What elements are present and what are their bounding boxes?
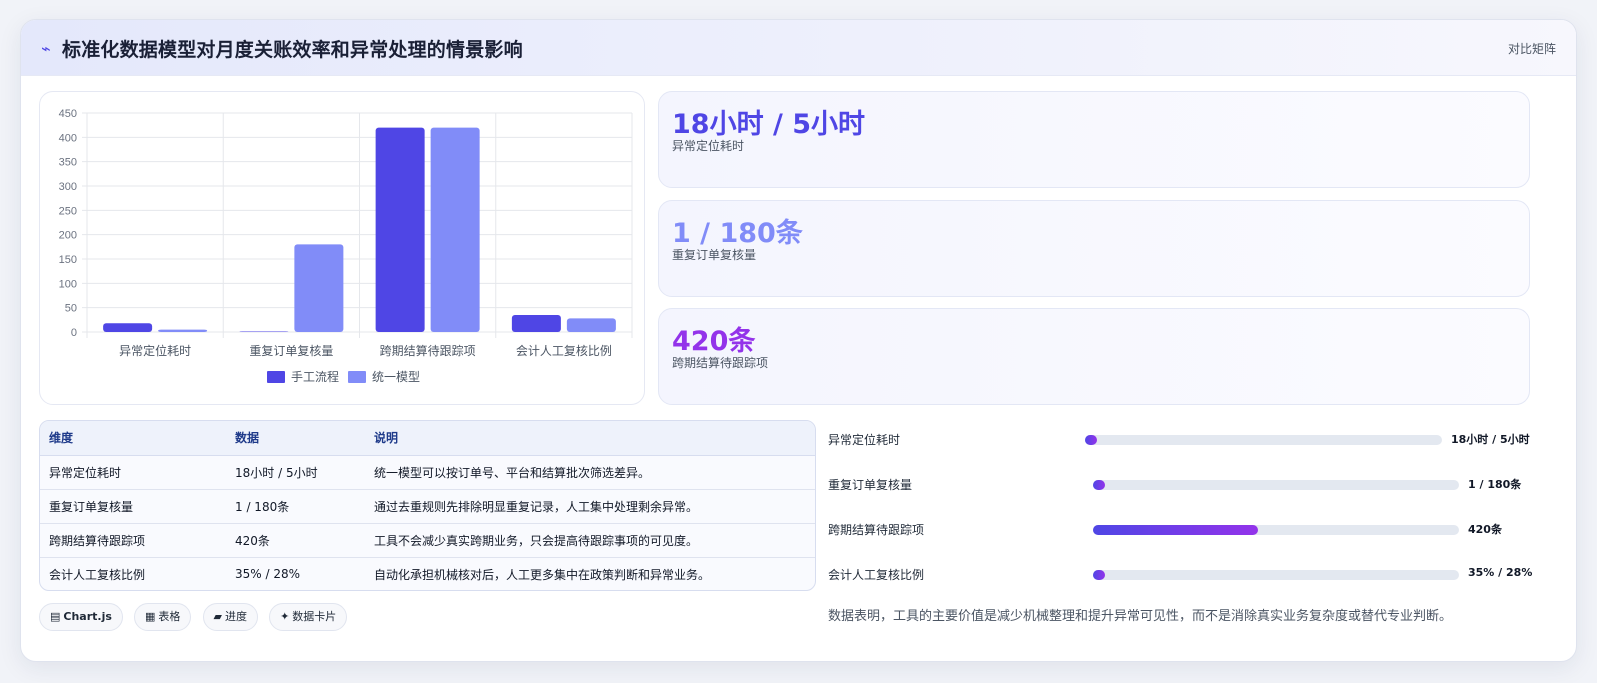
tab-compare-matrix[interactable]: 对比矩阵 <box>1508 40 1556 57</box>
chip-table[interactable]: ▦ 表格 <box>134 603 192 631</box>
stat-label: 异常定位耗时 <box>672 139 745 153</box>
stat-value: 18小时 / 5小时 <box>672 109 866 140</box>
tech-chip-group: ▤ Chart.js ▦ 表格 ▰ 进度 ✦ 数据卡片 <box>39 603 353 631</box>
progress-fill <box>1085 435 1097 445</box>
chip-label: 进度 <box>224 610 247 623</box>
y-tick-label: 0 <box>71 327 77 339</box>
bar-manual <box>511 314 561 332</box>
chip-data-cards[interactable]: ✦ 数据卡片 <box>269 603 348 631</box>
progress-track <box>1085 435 1442 445</box>
chart-icon: ▤ <box>50 610 61 623</box>
progress-label: 会计人工复核比例 <box>828 568 925 582</box>
stat-value: 1 / 180条 <box>672 218 803 249</box>
x-tick-label: 重复订单复核量 <box>249 344 333 358</box>
chip-progress[interactable]: ▰ 进度 <box>202 603 258 631</box>
table-cell: 工具不会减少真实跨期业务，只会提高待跟踪事项的可见度。 <box>374 533 699 548</box>
table-row: 重复订单复核量 1 / 180条 通过去重规则先排除明显重复记录，人工集中处理剩… <box>40 489 815 523</box>
stat-value: 420条 <box>672 326 756 357</box>
table-cell: 18小时 / 5小时 <box>235 465 318 480</box>
bar-manual <box>103 323 153 332</box>
comparison-table: 维度 数据 说明 异常定位耗时 18小时 / 5小时 统一模型可以按订单号、平台… <box>39 420 816 591</box>
column-header: 说明 <box>365 421 815 456</box>
x-tick-label: 会计人工复核比例 <box>516 344 612 358</box>
y-tick-label: 200 <box>59 230 77 242</box>
stat-card-duplicate-orders: 1 / 180条 重复订单复核量 <box>658 200 1530 297</box>
legend-label: 手工流程 <box>291 369 339 384</box>
chip-label: Chart.js <box>63 610 112 623</box>
main-panel: ⌁ 标准化数据模型对月度关账效率和异常处理的情景影响 对比矩阵 0 50 100 15… <box>20 19 1577 662</box>
table-row: 跨期结算待跟踪项 420条 工具不会减少真实跨期业务，只会提高待跟踪事项的可见度… <box>40 523 815 557</box>
progress-icon: ▰ <box>213 610 222 623</box>
progress-value: 35% / 28% <box>1468 566 1533 579</box>
progress-track <box>1093 525 1459 535</box>
bar-unified <box>294 244 344 332</box>
y-tick-label: 400 <box>59 132 77 144</box>
bar-manual <box>375 127 425 332</box>
table-cell: 跨期结算待跟踪项 <box>49 533 146 548</box>
y-tick-label: 100 <box>59 278 77 290</box>
progress-row: 重复订单复核量 1 / 180条 <box>828 474 1533 494</box>
table-cell: 重复订单复核量 <box>49 499 134 514</box>
progress-value: 1 / 180条 <box>1468 478 1522 491</box>
table-cell: 1 / 180条 <box>235 499 290 514</box>
bar-chart-card: 0 50 100 150 200 250 300 350 400 450 异常定位耗时 重复订单复核量… <box>39 91 645 405</box>
table-row: 异常定位耗时 18小时 / 5小时 统一模型可以按订单号、平台和结算批次筛选差异… <box>40 455 815 489</box>
progress-fill <box>1093 525 1258 535</box>
progress-label: 异常定位耗时 <box>828 433 901 447</box>
column-header: 维度 <box>40 421 226 456</box>
progress-fill <box>1093 480 1105 490</box>
table-cell: 自动化承担机械核对后，人工更多集中在政策判断和异常业务。 <box>374 567 711 582</box>
y-tick-label: 50 <box>65 303 77 315</box>
progress-track <box>1093 480 1459 490</box>
bar-unified <box>566 318 616 332</box>
table-cell: 异常定位耗时 <box>49 465 122 480</box>
table-cell: 会计人工复核比例 <box>49 567 146 582</box>
table-cell: 统一模型可以按订单号、平台和结算批次筛选差异。 <box>374 465 651 480</box>
progress-track <box>1093 570 1459 580</box>
bar-unified <box>430 127 480 332</box>
stat-card-cross-period: 420条 跨期结算待跟踪项 <box>658 308 1530 405</box>
table-cell: 通过去重规则先排除明显重复记录，人工集中处理剩余异常。 <box>374 499 699 514</box>
stat-label: 跨期结算待跟踪项 <box>672 356 769 370</box>
table-cell: 420条 <box>235 533 270 548</box>
conclusion-text: 数据表明，工具的主要价值是减少机械整理和提升异常可见性，而不是消除真实业务复杂度… <box>828 609 1453 624</box>
table-icon: ▦ <box>145 610 156 623</box>
progress-row: 异常定位耗时 18小时 / 5小时 <box>828 429 1533 449</box>
sparkle-icon: ✦ <box>280 610 290 623</box>
y-tick-label: 350 <box>59 157 77 169</box>
y-tick-label: 300 <box>59 181 77 193</box>
progress-fill <box>1093 570 1105 580</box>
stat-label: 重复订单复核量 <box>672 248 757 262</box>
lightning-icon: ⌁ <box>41 39 51 58</box>
y-tick-label: 250 <box>59 205 77 217</box>
page-title: 标准化数据模型对月度关账效率和异常处理的情景影响 <box>62 39 523 61</box>
legend-swatch <box>267 371 285 383</box>
legend-label: 统一模型 <box>372 370 420 384</box>
progress-label: 重复订单复核量 <box>828 478 913 492</box>
panel-header: ⌁ 标准化数据模型对月度关账效率和异常处理的情景影响 对比矩阵 <box>21 20 1576 76</box>
table-row: 会计人工复核比例 35% / 28% 自动化承担机械核对后，人工更多集中在政策判… <box>40 557 815 590</box>
legend-swatch <box>348 371 366 383</box>
bar-chart: 0 50 100 150 200 250 300 350 400 450 异常定位耗时 重复订单复核量… <box>59 108 633 384</box>
progress-row: 跨期结算待跟踪项 420条 <box>828 519 1533 539</box>
progress-label: 跨期结算待跟踪项 <box>828 523 925 537</box>
progress-value: 18小时 / 5小时 <box>1451 433 1530 446</box>
bar-manual <box>239 331 289 333</box>
x-tick-label: 异常定位耗时 <box>119 343 191 358</box>
chip-label: 数据卡片 <box>292 610 337 623</box>
y-tick-label: 150 <box>59 254 77 266</box>
chip-label: 表格 <box>158 610 181 623</box>
progress-row: 会计人工复核比例 35% / 28% <box>828 564 1533 584</box>
chip-chartjs[interactable]: ▤ Chart.js <box>39 603 123 631</box>
x-tick-label: 跨期结算待跟踪项 <box>380 343 476 358</box>
table-header-row: 维度 数据 说明 <box>40 421 815 456</box>
bar-unified <box>158 329 208 332</box>
progress-value: 420条 <box>1468 523 1502 536</box>
column-header: 数据 <box>226 421 365 456</box>
table-cell: 35% / 28% <box>235 567 301 582</box>
stat-card-anomaly-time: 18小时 / 5小时 异常定位耗时 <box>658 91 1530 188</box>
y-tick-label: 450 <box>59 108 77 120</box>
